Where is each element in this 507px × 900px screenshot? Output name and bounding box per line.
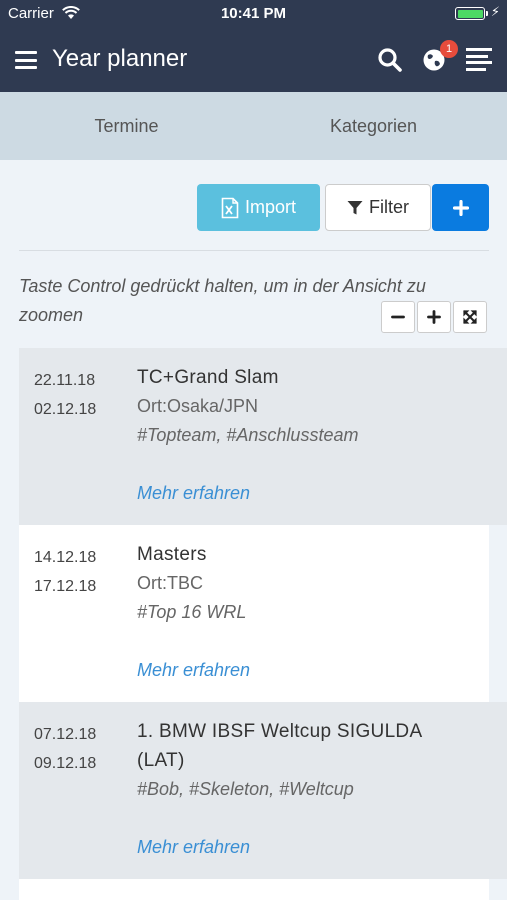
tab-bar: Termine Kategorien xyxy=(0,92,507,160)
tab-kategorien[interactable]: Kategorien xyxy=(247,92,500,160)
event-card[interactable]: 22.11.18 02.12.18 TC+Grand Slam Ort:Osak… xyxy=(19,348,507,525)
filter-label: Filter xyxy=(369,197,409,217)
event-info: Masters Ort:TBC #Top 16 WRL xyxy=(137,540,467,627)
battery-icon xyxy=(455,7,488,20)
event-tags: #Bob, #Skeleton, #Weltcup xyxy=(137,779,354,799)
filter-button[interactable]: Filter xyxy=(325,184,431,231)
clock: 10:41 PM xyxy=(220,5,287,22)
event-start-date: 14.12.18 xyxy=(34,549,97,566)
expand-icon xyxy=(463,310,477,324)
notification-badge: 1 xyxy=(440,40,458,58)
divider xyxy=(19,250,489,251)
page-title: Year planner xyxy=(52,45,188,72)
zoom-in-button[interactable] xyxy=(417,301,451,333)
fit-view-button[interactable] xyxy=(453,301,487,333)
event-card[interactable]: 14.12.18 17.12.18 Masters Ort:TBC #Top 1… xyxy=(19,525,489,702)
event-end-date: 17.12.18 xyxy=(34,578,97,595)
navbar: Year planner 1 xyxy=(0,28,507,92)
zoom-out-button[interactable] xyxy=(381,301,415,333)
event-location: Ort:Osaka/JPN xyxy=(137,396,259,416)
event-more-link[interactable]: Mehr erfahren xyxy=(137,660,250,681)
tab-termine[interactable]: Termine xyxy=(0,92,253,160)
charging-icon: ⚡ xyxy=(490,4,500,19)
event-title: 1. BMW IBSF Weltcup SIGULDA (LAT) xyxy=(137,721,422,771)
menu-icon[interactable] xyxy=(15,51,37,69)
event-start-date: 22.11.18 xyxy=(34,372,96,389)
event-info: TC+Grand Slam Ort:Osaka/JPN #Topteam, #A… xyxy=(137,363,467,450)
event-dates: 14.12.18 17.12.18 xyxy=(34,543,96,601)
event-dates: 22.11.18 02.12.18 xyxy=(34,366,96,424)
funnel-icon xyxy=(347,200,363,214)
event-more-link[interactable]: Mehr erfahren xyxy=(137,483,250,504)
event-dates: 07.12.18 09.12.18 xyxy=(34,720,96,778)
event-location: Ort:TBC xyxy=(137,573,203,593)
event-tags: #Top 16 WRL xyxy=(137,602,247,622)
minus-icon xyxy=(391,315,405,319)
event-card[interactable] xyxy=(19,879,489,900)
add-button[interactable] xyxy=(432,184,489,231)
plus-icon xyxy=(452,199,469,216)
search-icon[interactable] xyxy=(376,46,404,74)
event-end-date: 02.12.18 xyxy=(34,401,97,418)
event-info: 1. BMW IBSF Weltcup SIGULDA (LAT) #Bob, … xyxy=(137,717,467,804)
event-title: Masters xyxy=(137,544,207,565)
plus-icon xyxy=(427,310,441,324)
event-end-date: 09.12.18 xyxy=(34,755,97,772)
event-title: TC+Grand Slam xyxy=(137,367,279,388)
event-start-date: 07.12.18 xyxy=(34,726,97,743)
event-more-link[interactable]: Mehr erfahren xyxy=(137,837,250,858)
import-button[interactable]: Import xyxy=(197,184,320,231)
list-icon[interactable] xyxy=(466,48,492,72)
excel-file-icon xyxy=(221,197,239,218)
event-tags: #Topteam, #Anschlussteam xyxy=(137,425,359,445)
import-label: Import xyxy=(244,197,296,217)
event-card[interactable]: 07.12.18 09.12.18 1. BMW IBSF Weltcup SI… xyxy=(19,702,507,879)
status-bar: Carrier 10:41 PM ⚡ xyxy=(0,0,507,28)
